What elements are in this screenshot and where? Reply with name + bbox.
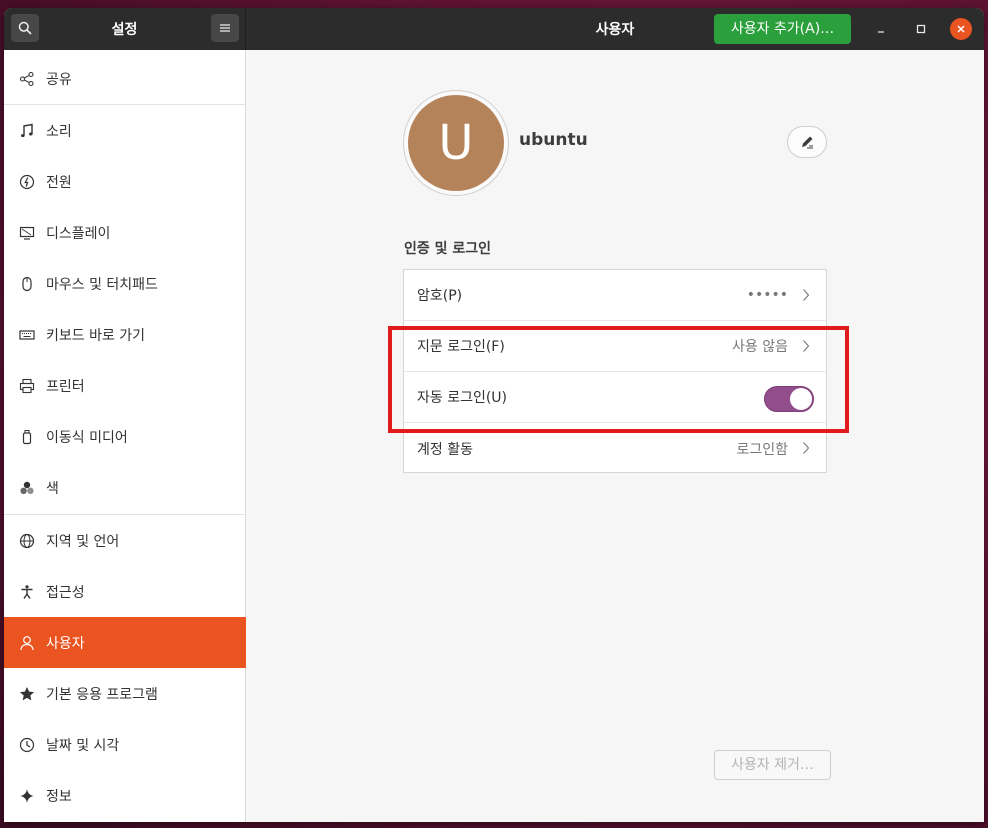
close-icon — [957, 25, 965, 33]
sidebar-item-sharing[interactable]: 공유 — [4, 53, 246, 104]
remove-user-button[interactable]: 사용자 제거… — [714, 750, 831, 780]
username-label: ubuntu — [519, 130, 588, 150]
minimize-button[interactable] — [870, 18, 892, 40]
sidebar-item-label: 마우스 및 터치패드 — [46, 276, 158, 293]
sidebar-item-label: 공유 — [46, 71, 72, 88]
sidebar: 공유 소리 전원 디스플레이 마우스 및 터치패드 키보드 바로 가기 프린터 — [4, 50, 246, 822]
accessibility-icon — [18, 583, 36, 601]
hamburger-menu-icon — [220, 24, 230, 32]
sidebar-item-label: 지역 및 언어 — [46, 533, 120, 550]
sidebar-item-printers[interactable]: 프린터 — [4, 360, 246, 411]
account-activity-value: 로그인함 — [736, 441, 788, 458]
sidebar-item-default-apps[interactable]: 기본 응용 프로그램 — [4, 668, 246, 719]
sidebar-item-power[interactable]: 전원 — [4, 156, 246, 207]
minimize-icon — [878, 31, 884, 33]
music-note-icon — [18, 122, 36, 140]
sidebar-item-keyboard[interactable]: 키보드 바로 가기 — [4, 309, 246, 360]
sidebar-header: 설정 — [4, 8, 246, 50]
mouse-icon — [18, 275, 36, 293]
settings-window: 설정 사용자 사용자 추가(A)… 공유 소리 전원 디스플레이 마우스 및 터… — [4, 8, 984, 822]
sidebar-item-users[interactable]: 사용자 — [4, 617, 246, 668]
sidebar-item-label: 소리 — [46, 123, 72, 140]
chevron-right-icon — [803, 442, 810, 454]
printer-icon — [18, 377, 36, 395]
sidebar-item-removable-media[interactable]: 이동식 미디어 — [4, 411, 246, 462]
usb-drive-icon — [18, 428, 36, 446]
display-icon — [18, 224, 36, 242]
sidebar-item-label: 기본 응용 프로그램 — [46, 686, 158, 703]
add-user-button[interactable]: 사용자 추가(A)… — [714, 14, 851, 44]
sidebar-item-date-time[interactable]: 날짜 및 시각 — [4, 719, 246, 770]
highlight-box — [388, 326, 849, 433]
sidebar-item-label: 디스플레이 — [46, 225, 111, 242]
main-header: 사용자 사용자 추가(A)… — [246, 8, 984, 50]
info-sparkle-icon — [18, 787, 36, 805]
avatar-button[interactable]: U — [403, 90, 509, 196]
password-label: 암호(P) — [417, 288, 463, 304]
clock-icon — [18, 736, 36, 754]
sidebar-item-label: 사용자 — [46, 635, 85, 652]
auth-section-title: 인증 및 로그인 — [404, 241, 492, 257]
close-button[interactable] — [950, 18, 972, 40]
sidebar-item-accessibility[interactable]: 접근성 — [4, 566, 246, 617]
account-activity-label: 계정 활동 — [417, 441, 473, 458]
sidebar-item-color[interactable]: 색 — [4, 462, 246, 513]
sidebar-item-label: 키보드 바로 가기 — [46, 327, 146, 344]
sidebar-item-label: 접근성 — [46, 584, 85, 601]
header-bar: 설정 사용자 사용자 추가(A)… — [4, 8, 984, 50]
star-icon — [18, 685, 36, 703]
sidebar-item-display[interactable]: 디스플레이 — [4, 207, 246, 258]
maximize-icon — [916, 24, 926, 34]
share-icon — [18, 70, 36, 88]
sidebar-item-label: 이동식 미디어 — [46, 429, 128, 446]
sidebar-title: 설정 — [111, 22, 138, 38]
maximize-button[interactable] — [910, 18, 932, 40]
pencil-icon — [802, 136, 813, 149]
color-icon — [18, 479, 36, 497]
sidebar-item-label: 프린터 — [46, 378, 85, 395]
sidebar-item-sound[interactable]: 소리 — [4, 105, 246, 156]
users-panel: U ubuntu 인증 및 로그인 암호(P) ••••• 지문 로그인(F) … — [247, 50, 984, 822]
sidebar-item-region-language[interactable]: 지역 및 언어 — [4, 515, 246, 566]
edit-name-button[interactable] — [787, 126, 827, 158]
sidebar-item-about[interactable]: 정보 — [4, 770, 246, 821]
sidebar-item-label: 정보 — [46, 788, 72, 805]
password-row[interactable]: 암호(P) ••••• — [404, 270, 826, 321]
chevron-right-icon — [803, 289, 810, 301]
sidebar-item-label: 날짜 및 시각 — [46, 737, 120, 754]
user-icon — [18, 634, 36, 652]
password-value: ••••• — [746, 287, 788, 303]
sidebar-item-label: 전원 — [46, 174, 72, 191]
sidebar-item-mouse[interactable]: 마우스 및 터치패드 — [4, 258, 246, 309]
avatar: U — [408, 95, 504, 191]
globe-icon — [18, 532, 36, 550]
sidebar-item-label: 색 — [46, 480, 59, 497]
menu-button[interactable] — [211, 14, 239, 42]
keyboard-icon — [18, 326, 36, 344]
power-icon — [18, 173, 36, 191]
